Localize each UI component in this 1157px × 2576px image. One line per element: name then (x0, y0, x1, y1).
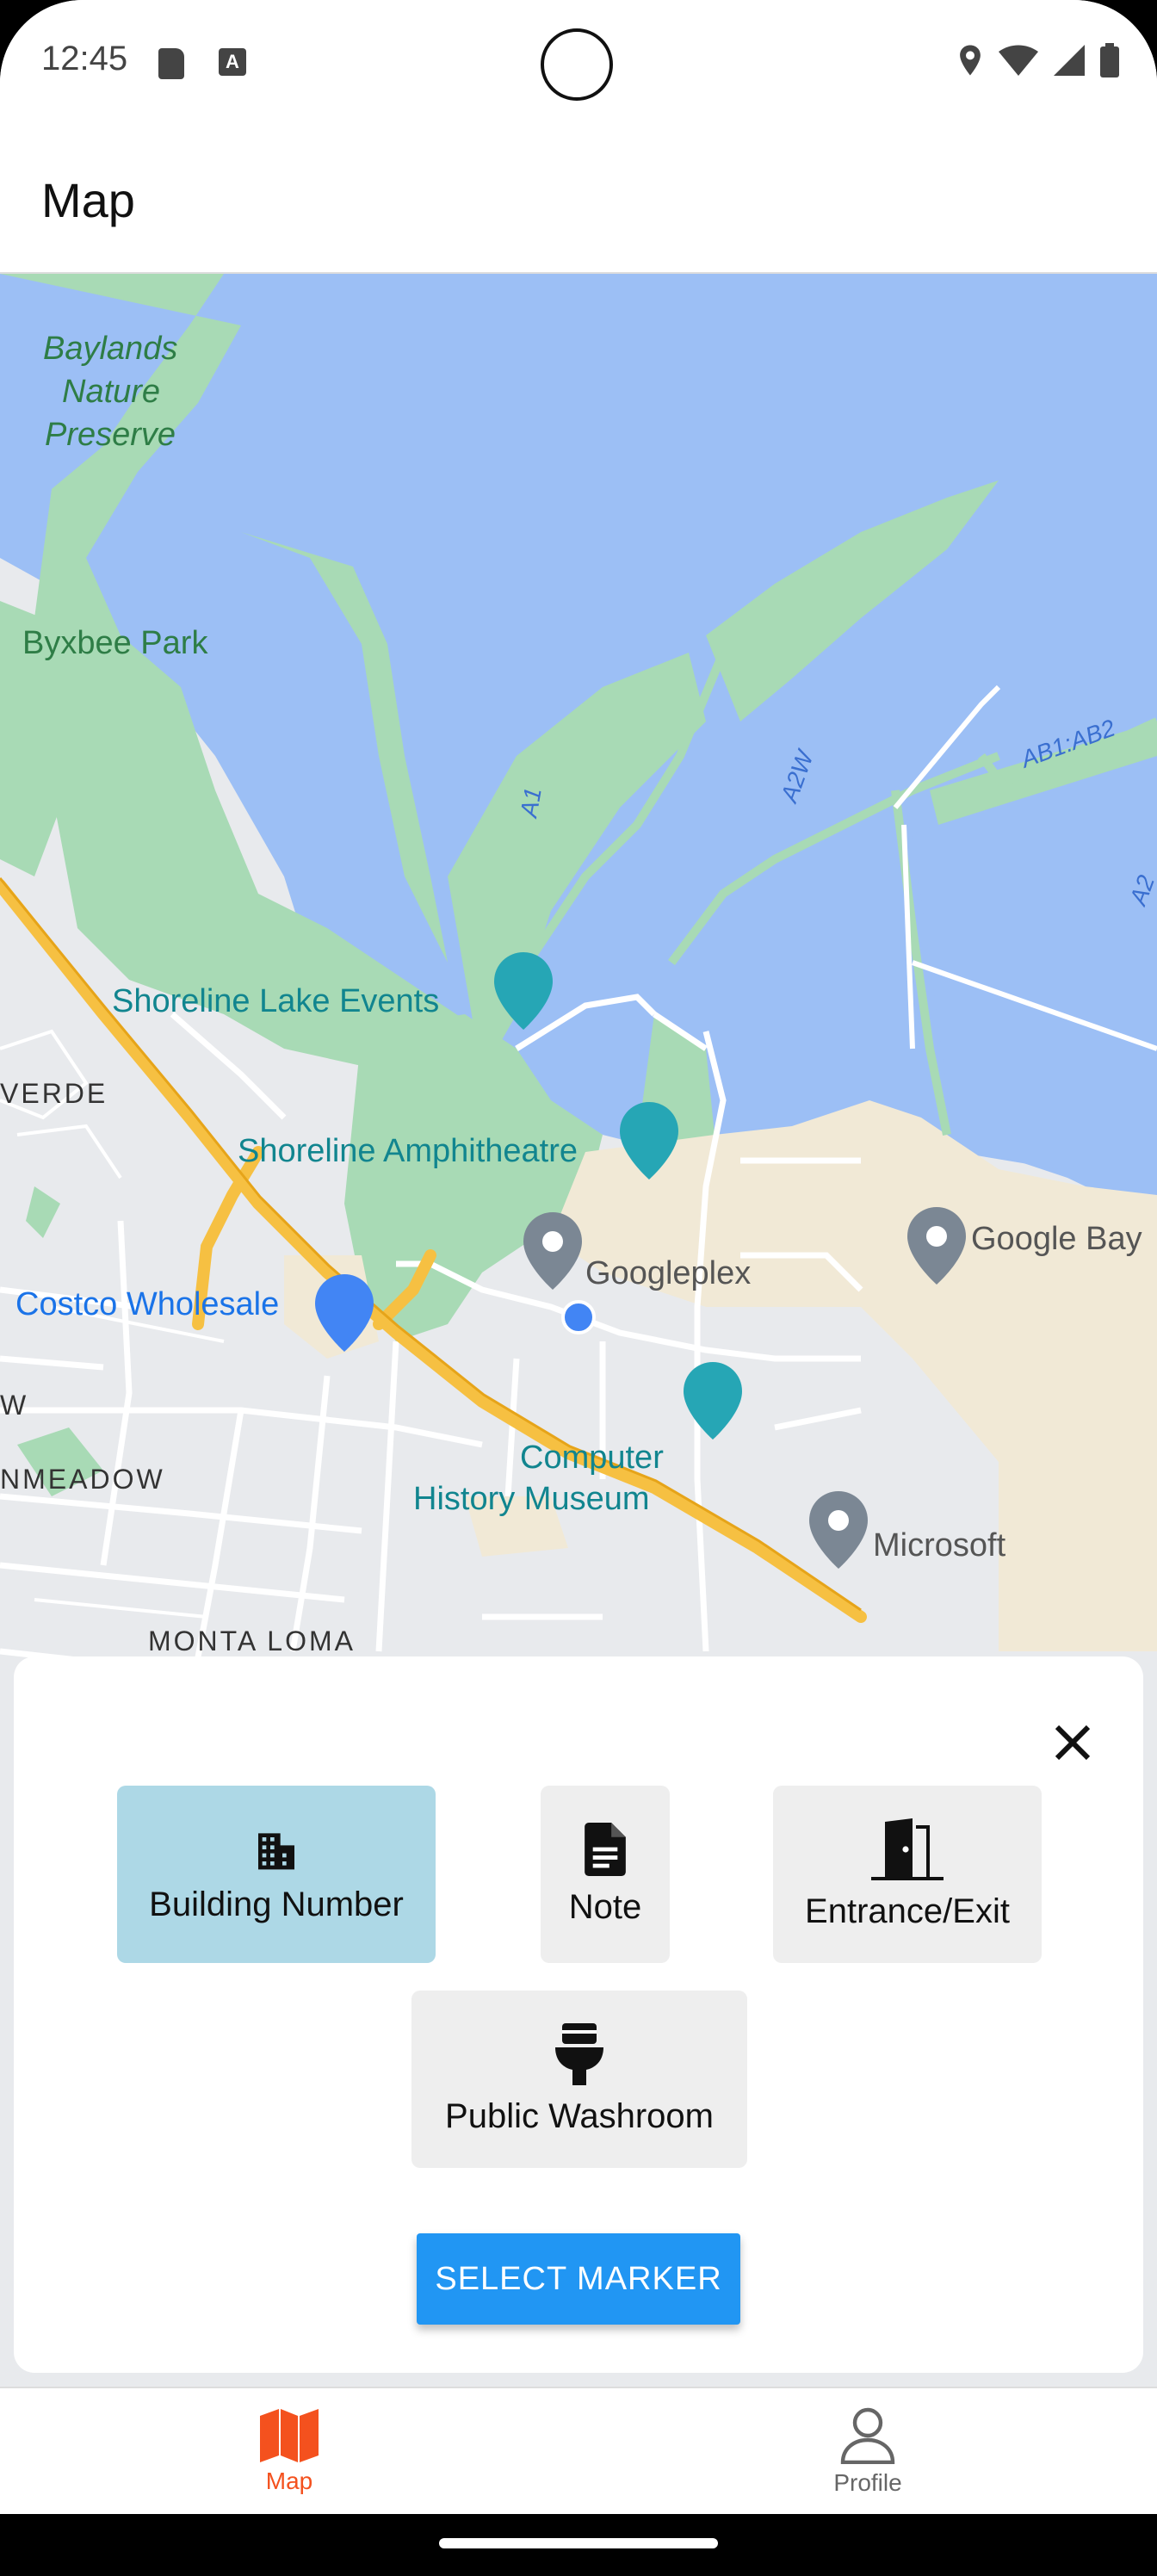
map-label-microsoft: Microsoft (873, 1527, 1006, 1564)
map-label-shoreline-amphitheatre: Shoreline Amphitheatre (238, 1133, 578, 1169)
nav-item-map[interactable]: Map (160, 2388, 418, 2516)
map-label-w: W (0, 1390, 29, 1421)
close-button[interactable] (1045, 1715, 1100, 1770)
entrance-exit-label: Entrance/Exit (805, 1892, 1010, 1930)
map-label-computer: Computer (520, 1440, 664, 1476)
door-icon (871, 1817, 944, 1880)
note-icon (585, 1822, 626, 1876)
battery-icon (1100, 43, 1119, 77)
bottom-navigation: Map Profile (0, 2387, 1157, 2514)
map-label-verde: VERDE (0, 1078, 108, 1109)
location-icon (960, 45, 981, 76)
close-icon (1055, 1725, 1091, 1761)
note-option[interactable]: Note (541, 1786, 670, 1963)
sd-card-icon (158, 48, 184, 79)
gesture-handle[interactable] (439, 2538, 718, 2548)
map-label-baylands: Baylands (43, 331, 178, 367)
map-label-byxbee: Byxbee Park (22, 625, 208, 661)
select-marker-button[interactable]: SELECT MARKER (417, 2233, 740, 2325)
building-icon (258, 1832, 294, 1869)
nav-item-profile[interactable]: Profile (739, 2388, 997, 2516)
a-notification-icon: A (219, 48, 246, 76)
map-label-history-museum: History Museum (413, 1481, 650, 1517)
map-label-shoreline-lake: Shoreline Lake Events (112, 983, 440, 1019)
map-label-google-bay: Google Bay (971, 1221, 1142, 1257)
phone-screen: 12:45 A Map Baylands Nature Preserve Byx… (0, 0, 1157, 2576)
map-label-googleplex: Googleplex (585, 1255, 752, 1291)
app-bar: Map (0, 129, 1157, 274)
nav-label-map: Map (265, 2468, 313, 2494)
map-label-costco: Costco Wholesale (15, 1286, 280, 1322)
marker-selection-sheet: Building Number Note Entrance/Exit Publi… (14, 1656, 1143, 2373)
status-bar: 12:45 A (0, 0, 1157, 129)
page-title: Map (41, 173, 135, 227)
map-label-a1: A1 (515, 785, 547, 820)
signal-icon (1054, 45, 1085, 76)
toilet-icon (555, 2022, 603, 2085)
building-number-label: Building Number (149, 1885, 404, 1923)
map-icon (260, 2409, 319, 2462)
person-icon (840, 2407, 895, 2464)
front-camera (541, 28, 613, 101)
note-label: Note (568, 1887, 642, 1926)
status-time: 12:45 (41, 40, 128, 77)
wifi-icon (999, 45, 1038, 76)
public-washroom-label: Public Washroom (445, 2096, 714, 2135)
map-label-nmeadow: NMEADOW (0, 1464, 165, 1495)
entrance-exit-option[interactable]: Entrance/Exit (773, 1786, 1042, 1963)
nav-label-profile: Profile (833, 2469, 902, 2496)
map-label-nature: Nature (62, 374, 161, 410)
building-number-option[interactable]: Building Number (117, 1786, 436, 1963)
gesture-area (0, 2514, 1157, 2576)
public-washroom-option[interactable]: Public Washroom (411, 1991, 747, 2168)
map-label-preserve: Preserve (45, 417, 176, 453)
map-label-monta-loma: MONTA LOMA (148, 1625, 356, 1656)
